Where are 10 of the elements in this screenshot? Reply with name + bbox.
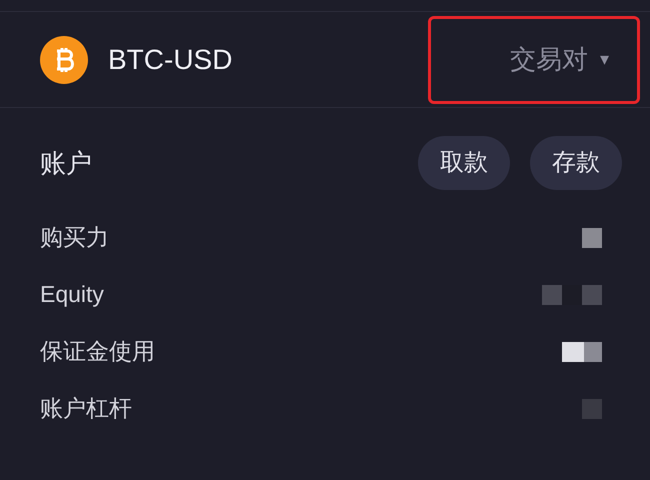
account-field-label: 保证金使用	[40, 337, 155, 366]
deposit-button[interactable]: 存款	[530, 136, 622, 190]
bitcoin-logo-icon	[40, 36, 88, 84]
pair-selector[interactable]: 交易对 ▾	[428, 16, 640, 104]
account-field-label: 购买力	[40, 223, 109, 252]
trading-pair-symbol: BTC-USD	[108, 42, 232, 76]
account-field-label: Equity	[40, 280, 104, 310]
account-heading: 账户	[40, 146, 92, 180]
withdraw-button[interactable]: 取款	[418, 136, 510, 190]
account-field-label: 账户杠杆	[40, 394, 132, 424]
